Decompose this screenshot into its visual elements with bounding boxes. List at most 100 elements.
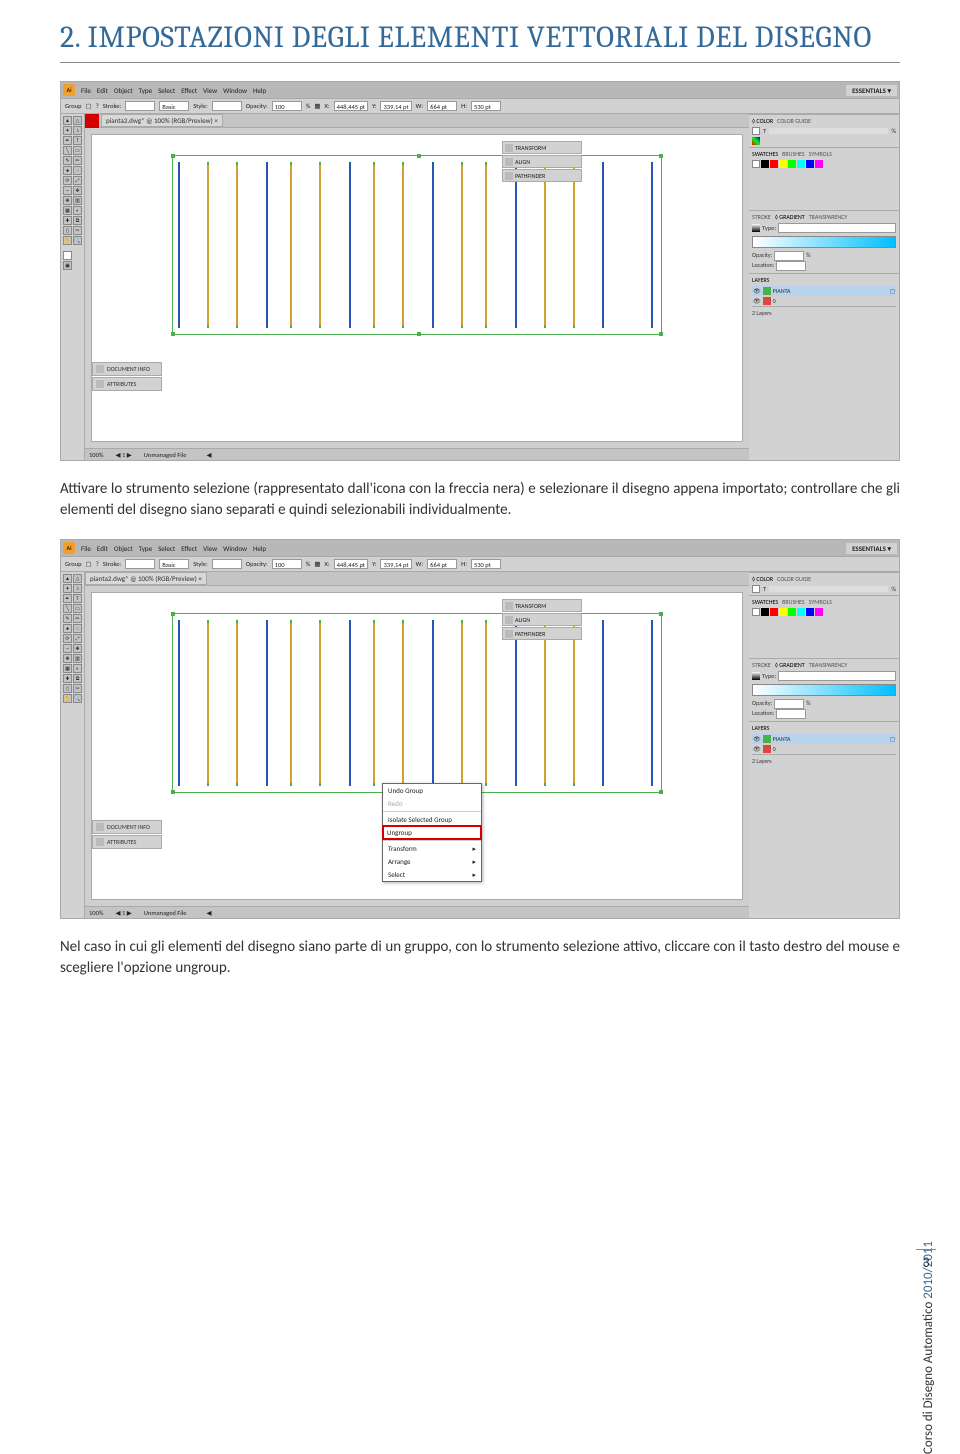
opacity-field[interactable]: 100 (272, 101, 302, 111)
wand-tool-icon[interactable]: ✦ (63, 126, 72, 135)
context-arrange[interactable]: Arrange▸ (383, 855, 481, 868)
mesh-tool-icon[interactable]: ▦ (63, 206, 72, 215)
scale-tool-icon[interactable]: ⤢ (73, 176, 82, 185)
attributes-panel-tab[interactable]: ATTRIBUTES (92, 835, 162, 849)
doc-info-panel-tab[interactable]: DOCUMENT INFO (92, 820, 162, 834)
pathfinder-icon (505, 172, 513, 180)
screen-mode-icon[interactable]: ▣ (63, 261, 72, 270)
workspace-switcher[interactable]: ESSENTIALS ▾ (846, 85, 897, 96)
stroke-gradient-panel[interactable]: STROKE◊ GRADIENTTRANSPARENCY Type: Opaci… (749, 658, 899, 721)
gradient-tool-icon[interactable]: ◐ (73, 206, 82, 215)
layers-panel[interactable]: LAYERS 👁PIANTA◻ 👁0 2 Layers (749, 721, 899, 918)
graph-tool-icon[interactable]: ▥ (73, 196, 82, 205)
menu-file[interactable]: File (81, 544, 91, 553)
menu-select[interactable]: Select (158, 544, 175, 553)
menu-edit[interactable]: Edit (97, 544, 108, 553)
menu-object[interactable]: Object (114, 544, 133, 553)
rotate-tool-icon[interactable]: ⟳ (63, 176, 72, 185)
blend-tool-icon[interactable]: ⧉ (73, 216, 82, 225)
doc-info-panel-tab[interactable]: DOCUMENT INFO (92, 362, 162, 376)
scissors-tool-icon[interactable]: ✂ (73, 226, 82, 235)
document-tab[interactable]: pianta2.dwg* @ 100% (RGB/Preview) × (101, 114, 223, 127)
h-label: H: (461, 102, 467, 110)
y-field[interactable]: 339,14 pt (380, 101, 411, 111)
menu-window[interactable]: Window (223, 544, 247, 553)
zoom-tool-icon[interactable]: 🔍 (73, 236, 82, 245)
warp-tool-icon[interactable]: ~ (63, 186, 72, 195)
stroke-gradient-panel[interactable]: STROKE◊ GRADIENTTRANSPARENCY Type: Opaci… (749, 210, 899, 273)
w-field[interactable]: 664 pt (427, 101, 457, 111)
slice-tool-icon[interactable]: ▯ (63, 226, 72, 235)
docinfo-icon (96, 365, 104, 373)
style-label: Style: (193, 102, 208, 110)
menu-view[interactable]: View (203, 86, 217, 95)
symbol-tool-icon[interactable]: ❋ (63, 196, 72, 205)
menu-view[interactable]: View (203, 544, 217, 553)
align-panel-tab[interactable]: ALIGN (502, 613, 582, 626)
transform-panel-tab[interactable]: TRANSFORM (502, 599, 582, 612)
pathfinder-panel-tab[interactable]: PATHFINDER (502, 169, 582, 182)
color-panel[interactable]: ◊ COLORCOLOR GUIDE T% (749, 572, 899, 595)
menu-help[interactable]: Help (253, 544, 266, 553)
hand-tool-icon[interactable]: ✋ (63, 236, 72, 245)
swatches-panel[interactable]: SWATCHESBRUSHESSYMBOLS (749, 595, 899, 658)
selection-tool-icon[interactable]: ▲ (63, 574, 72, 583)
brush-tool-icon[interactable]: ✎ (63, 156, 72, 165)
canvas[interactable]: TRANSFORM ALIGN PATHFINDER DOCUMENT INFO… (91, 592, 743, 900)
eyedropper-tool-icon[interactable]: ✚ (63, 216, 72, 225)
layer-row[interactable]: 👁0 (752, 296, 896, 306)
status-bar: 100% ◀ 1 ▶ Unmanaged File ◀ (85, 448, 749, 460)
workspace-switcher[interactable]: ESSENTIALS ▾ (846, 543, 897, 554)
gradient-preview[interactable] (752, 236, 896, 248)
brush-field[interactable]: Basic (159, 101, 189, 111)
swatches-panel[interactable]: SWATCHESBRUSHESSYMBOLS (749, 147, 899, 210)
menu-edit[interactable]: Edit (97, 86, 108, 95)
layers-panel[interactable]: LAYERS 👁PIANTA◻ 👁0 2 Layers (749, 273, 899, 460)
pathfinder-panel-tab[interactable]: PATHFINDER (502, 627, 582, 640)
menu-select[interactable]: Select (158, 86, 175, 95)
rect-tool-icon[interactable]: ▭ (73, 146, 82, 155)
direct-select-tool-icon[interactable]: △ (73, 574, 82, 583)
selection-tool-icon[interactable]: ▲ (63, 116, 72, 125)
fill-indicator-icon (752, 127, 760, 135)
zoom-display[interactable]: 100% (89, 451, 104, 459)
menu-effect[interactable]: Effect (181, 86, 197, 95)
menu-window[interactable]: Window (223, 86, 247, 95)
h-field[interactable]: 530 pt (471, 101, 501, 111)
layer-row[interactable]: 👁PIANTA◻ (752, 286, 896, 296)
blob-tool-icon[interactable]: ● (63, 166, 72, 175)
menu-effect[interactable]: Effect (181, 544, 197, 553)
page-number: 3 (916, 1249, 936, 1271)
context-select[interactable]: Select▸ (383, 868, 481, 881)
pen-tool-icon[interactable]: ✒ (63, 136, 72, 145)
menu-type[interactable]: Type (139, 544, 152, 553)
section-heading: 2. IMPOSTAZIONI DEGLI ELEMENTI VETTORIAL… (60, 20, 900, 63)
color-panel[interactable]: ◊ COLORCOLOR GUIDE T% (749, 114, 899, 147)
lasso-tool-icon[interactable]: ʖ (73, 126, 82, 135)
style-field[interactable] (212, 101, 242, 111)
menu-help[interactable]: Help (253, 86, 266, 95)
menu-object[interactable]: Object (114, 86, 133, 95)
stroke-field[interactable] (125, 101, 155, 111)
x-field[interactable]: 448,445 pt (334, 101, 368, 111)
free-tool-icon[interactable]: ✥ (73, 186, 82, 195)
fill-swatch-icon[interactable] (63, 251, 72, 260)
context-transform[interactable]: Transform▸ (383, 842, 481, 855)
spectrum-icon[interactable] (752, 137, 760, 145)
document-tab[interactable]: pianta2.dwg* @ 100% (RGB/Preview) × (85, 572, 207, 585)
collapsed-left-panels: DOCUMENT INFO ATTRIBUTES (92, 361, 162, 391)
pencil-tool-icon[interactable]: ✏ (73, 156, 82, 165)
direct-select-tool-icon[interactable]: △ (73, 116, 82, 125)
canvas[interactable]: TRANSFORM ALIGN PATHFINDER DOCUMENT INFO… (91, 134, 743, 442)
transform-panel-tab[interactable]: TRANSFORM (502, 141, 582, 154)
menu-file[interactable]: File (81, 86, 91, 95)
line-tool-icon[interactable]: ╲ (63, 146, 72, 155)
attributes-panel-tab[interactable]: ATTRIBUTES (92, 377, 162, 391)
context-undo[interactable]: Undo Group (383, 784, 481, 797)
type-tool-icon[interactable]: T (73, 136, 82, 145)
context-ungroup[interactable]: Ungroup (382, 825, 482, 840)
menu-type[interactable]: Type (139, 86, 152, 95)
y-label: Y: (372, 102, 376, 110)
align-panel-tab[interactable]: ALIGN (502, 155, 582, 168)
eraser-tool-icon[interactable]: ◌ (73, 166, 82, 175)
